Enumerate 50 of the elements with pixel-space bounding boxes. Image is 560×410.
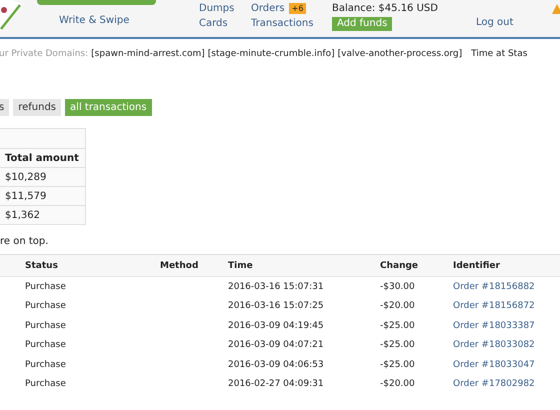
table-cell: 2016-03-16 15:07:31 bbox=[228, 282, 324, 292]
nav-link[interactable]: Orders +6 bbox=[251, 2, 332, 15]
table-cell: 2016-03-09 04:19:45 bbox=[228, 320, 324, 331]
domain-link[interactable]: [stage-minute-crumble.info] bbox=[208, 49, 335, 59]
table-cell: $11,579 bbox=[0, 186, 86, 206]
domain-link[interactable]: [valve-another-process.org] bbox=[338, 49, 462, 59]
brand-link[interactable]: Write & Swipe bbox=[59, 15, 130, 26]
table-cell: $10,289 bbox=[0, 168, 86, 186]
logout-link[interactable]: Log out bbox=[476, 0, 514, 28]
table-cell: -$30.00 bbox=[380, 282, 415, 292]
order-link[interactable]: Order #18156882 bbox=[453, 282, 535, 292]
column-header: Time bbox=[228, 260, 253, 270]
domain-link[interactable]: [spawn-mind-arrest.com] bbox=[91, 49, 205, 59]
order-link[interactable]: Order #18033082 bbox=[453, 340, 535, 350]
table-cell: -$20.00 bbox=[380, 379, 415, 390]
table-cell: $1,362 bbox=[0, 206, 86, 224]
table-cell: 2016-02-27 04:09:31 bbox=[228, 379, 324, 390]
order-link[interactable]: Order #18156872 bbox=[453, 301, 535, 312]
table-cell: -$25.00 bbox=[380, 360, 415, 370]
column-header: Identifier bbox=[453, 260, 500, 270]
warning-icon bbox=[552, 4, 560, 14]
table-cell: -$20.00 bbox=[380, 301, 415, 312]
count-badge: +6 bbox=[288, 3, 306, 14]
column-header: Method bbox=[160, 260, 198, 270]
column-header: Total amount bbox=[0, 148, 86, 168]
top-bar[interactable] bbox=[37, 0, 156, 5]
column-header: Change bbox=[380, 260, 418, 270]
order-link[interactable]: Order #17802982 bbox=[453, 379, 535, 390]
table-cell: 2016-03-09 04:06:53 bbox=[228, 360, 324, 370]
table-cell: Purchase bbox=[25, 360, 66, 370]
table-cell: Purchase bbox=[25, 282, 66, 292]
order-link[interactable]: Order #18033047 bbox=[453, 360, 535, 370]
note-text: re on top. bbox=[0, 236, 50, 247]
table-cell: Purchase bbox=[25, 320, 66, 331]
table-cell: 2016-03-09 04:07:21 bbox=[228, 340, 324, 350]
balance-text: Balance: $45.16 USD bbox=[332, 2, 438, 15]
table-cell: Purchase bbox=[25, 340, 66, 350]
domains-label: ur Private Domains: bbox=[0, 49, 88, 59]
table-cell: 2016-03-16 15:07:25 bbox=[228, 301, 324, 312]
order-link[interactable]: Order #18033387 bbox=[453, 320, 535, 331]
table-cell: -$25.00 bbox=[380, 340, 415, 350]
table-cell: Purchase bbox=[25, 379, 66, 390]
table-cell: Purchase bbox=[25, 301, 66, 312]
time-label: Time at Stas bbox=[471, 49, 528, 59]
column-header: Status bbox=[25, 260, 58, 270]
nav-link[interactable]: Dumps bbox=[199, 2, 251, 15]
nav-link[interactable]: Transactions bbox=[251, 17, 332, 30]
filter-tab[interactable]: refunds bbox=[13, 99, 62, 116]
table-cell: -$25.00 bbox=[380, 320, 415, 331]
nav-link[interactable]: Cards bbox=[199, 17, 251, 30]
